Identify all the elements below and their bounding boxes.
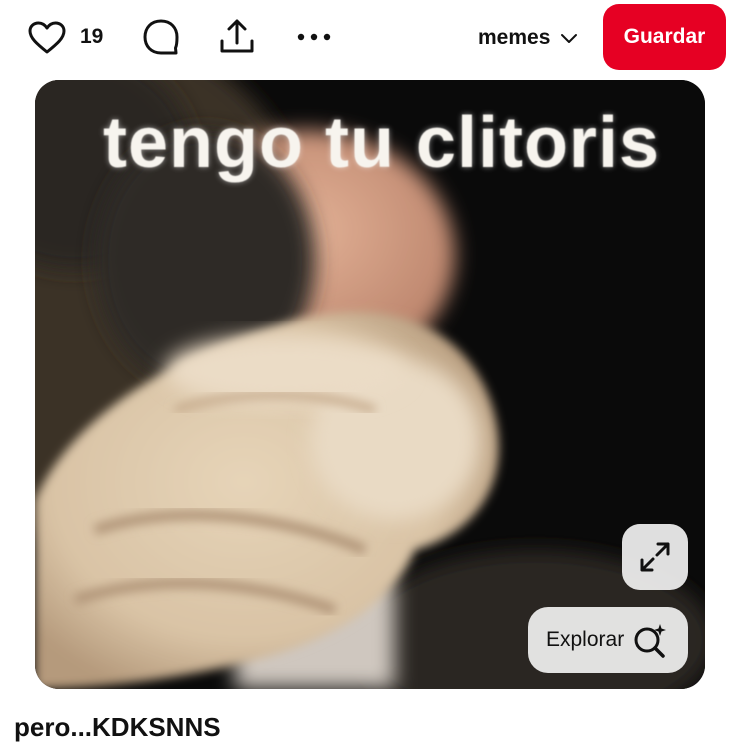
share-button[interactable] [218,16,256,56]
like-button[interactable] [28,20,66,56]
heart-icon [28,21,66,54]
board-selector[interactable]: memes [478,22,578,54]
save-button[interactable]: Guardar [603,4,726,70]
explore-button[interactable]: Explorar [528,607,688,673]
meme-caption: tengo tu clitoris [103,103,660,183]
like-count: 19 [80,25,104,48]
more-options-button[interactable] [296,22,332,52]
explore-label: Explorar [546,628,625,651]
comment-button[interactable] [142,18,180,58]
visual-search-icon [634,624,667,658]
expand-icon [640,542,670,572]
chevron-down-icon [561,34,578,43]
pin-toolbar: 19 memes Guardar [0,0,733,74]
comment-icon [143,19,179,55]
share-icon [220,19,254,53]
pin-image[interactable]: tengo tu clitoris [35,80,705,689]
board-name: memes [478,26,551,49]
expand-button[interactable] [622,524,688,590]
more-icon [297,33,331,41]
pin-title: pero...KDKSNNS [14,712,221,742]
